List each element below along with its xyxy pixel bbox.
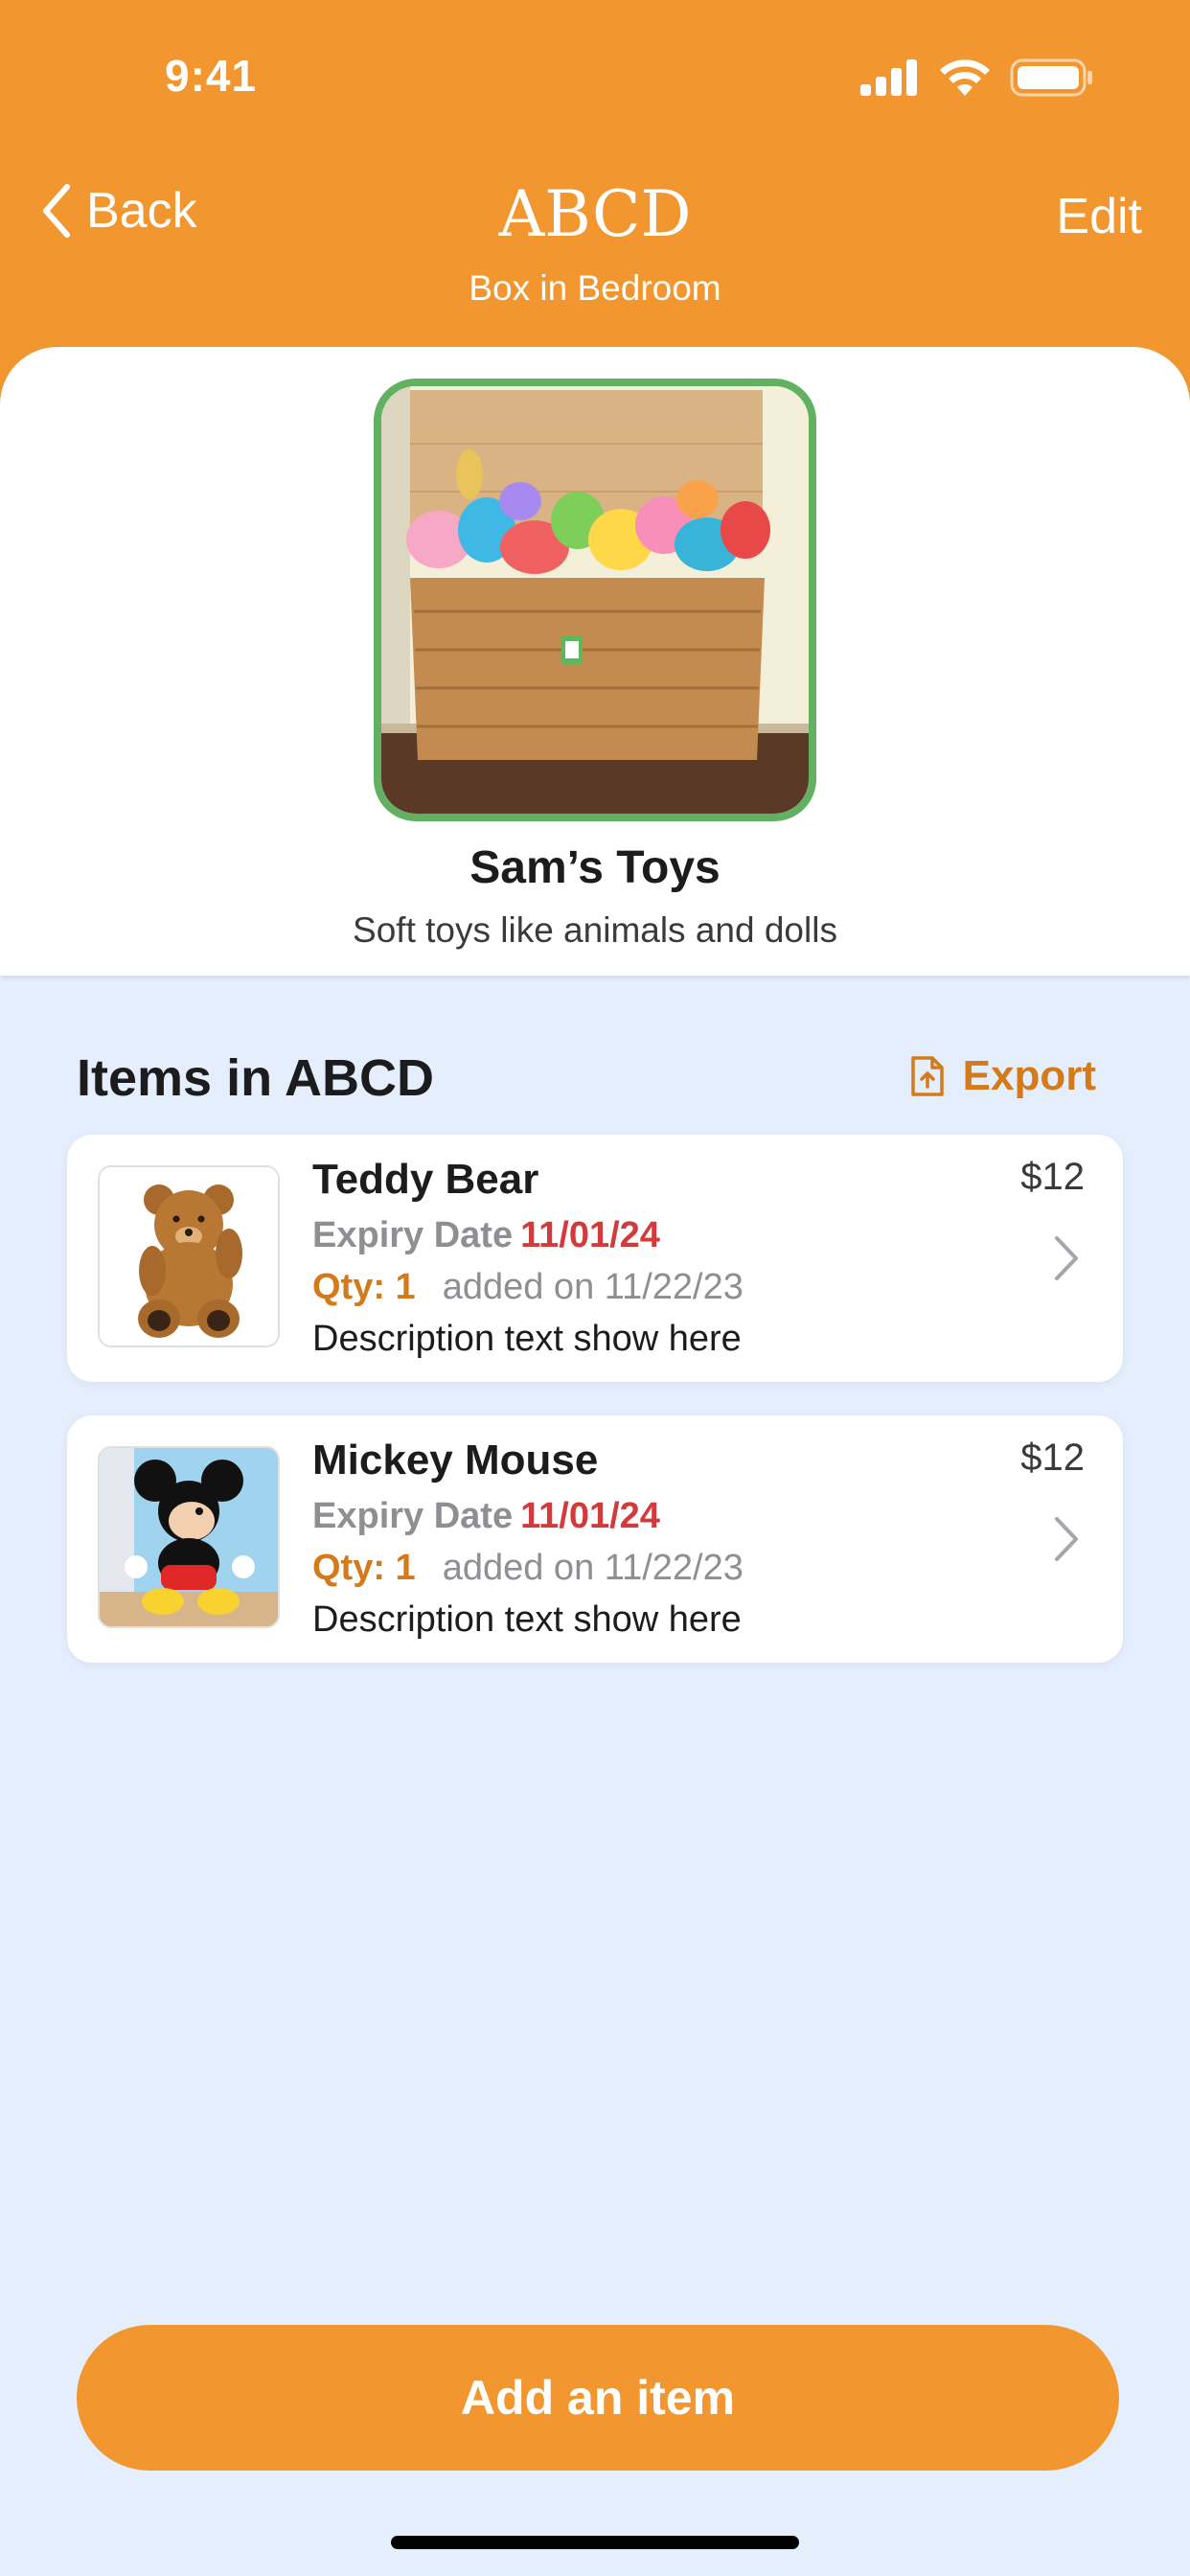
item-added-date: added on 11/22/23 (442, 1548, 744, 1588)
expiry-date: 11/01/24 (520, 1215, 660, 1255)
mickey-mouse-icon (100, 1448, 278, 1626)
battery-icon (1010, 58, 1092, 97)
item-name: Teddy Bear (312, 1156, 539, 1203)
item-thumbnail (98, 1446, 280, 1628)
toy-chest-illustration (381, 386, 809, 814)
add-item-button[interactable]: Add an item (77, 2325, 1119, 2471)
item-price: $12 (1020, 1156, 1085, 1198)
item-card[interactable]: Mickey Mouse Expiry Date 11/01/24 Qty: 1 a… (67, 1415, 1123, 1663)
page-subtitle: Box in Bedroom (469, 268, 721, 308)
page-title: ABCD (498, 177, 692, 251)
item-description: Description text show here (312, 1319, 742, 1359)
export-file-icon (910, 1056, 944, 1096)
expiry-label: Expiry Date (312, 1215, 514, 1255)
expiry-date: 11/01/24 (520, 1496, 660, 1536)
expiry-label: Expiry Date (312, 1496, 514, 1536)
status-icons (860, 58, 1094, 98)
item-meta: Qty: 1 added on 11/22/23 (312, 1548, 744, 1589)
item-price: $12 (1020, 1437, 1085, 1479)
chevron-right-icon (1055, 1517, 1078, 1561)
export-button[interactable]: Export (909, 1052, 1096, 1100)
edit-button[interactable]: Edit (1056, 188, 1142, 245)
item-description: Description text show here (312, 1599, 742, 1640)
item-thumbnail (98, 1165, 280, 1347)
status-time: 9:41 (165, 51, 258, 101)
box-name: Sam’s Toys (469, 842, 721, 893)
wifi-icon (940, 59, 990, 96)
item-expiry: Expiry Date 11/01/24 (312, 1496, 660, 1537)
item-expiry: Expiry Date 11/01/24 (312, 1215, 660, 1256)
item-card[interactable]: Teddy Bear Expiry Date 11/01/24 Qty: 1 add… (67, 1135, 1123, 1382)
signal-icon (860, 59, 917, 96)
home-indicator[interactable] (391, 2536, 799, 2549)
chevron-right-icon (1055, 1236, 1078, 1280)
box-photo[interactable] (374, 379, 816, 821)
item-qty: Qty: 1 (312, 1548, 416, 1588)
items-section-title: Items in ABCD (77, 1049, 435, 1107)
item-meta: Qty: 1 added on 11/22/23 (312, 1267, 744, 1308)
box-description: Soft toys like animals and dolls (353, 910, 837, 950)
teddy-bear-icon (100, 1167, 278, 1346)
item-qty: Qty: 1 (312, 1267, 416, 1307)
export-label: Export (962, 1052, 1096, 1099)
item-added-date: added on 11/22/23 (442, 1267, 744, 1307)
item-name: Mickey Mouse (312, 1437, 599, 1484)
